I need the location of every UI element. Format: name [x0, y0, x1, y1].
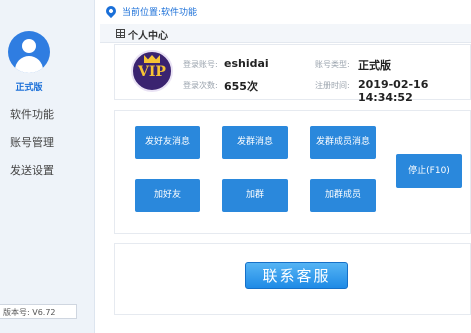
- register-time-label: 注册时间:: [315, 81, 350, 90]
- send-group-member-message-button[interactable]: 发群成员消息: [310, 126, 376, 159]
- add-group-member-button[interactable]: 加群成员: [310, 179, 376, 212]
- login-account-label: 登录账号:: [183, 60, 218, 69]
- login-count-value: 655次: [224, 80, 258, 93]
- stop-button[interactable]: 停止(F10): [396, 154, 462, 188]
- send-friend-message-button[interactable]: 发好友消息: [135, 126, 200, 159]
- add-friend-button[interactable]: 加好友: [135, 179, 200, 212]
- sidebar-item-send-settings[interactable]: 发送设置: [10, 162, 54, 178]
- sidebar-item-account-management[interactable]: 账号管理: [10, 134, 54, 150]
- account-type-value: 正式版: [358, 59, 391, 72]
- user-type-label: 正式版: [15, 83, 43, 93]
- sidebar-item-software-functions[interactable]: 软件功能: [10, 106, 54, 122]
- join-group-button[interactable]: 加群: [222, 179, 288, 212]
- send-group-message-button[interactable]: 发群消息: [222, 126, 288, 159]
- location-pin-icon: [103, 3, 119, 19]
- register-time-value: 2019-02-16 14:34:52: [358, 78, 429, 104]
- contact-support-button[interactable]: 联系客服: [245, 262, 348, 289]
- sidebar: 正式版 软件功能 账号管理 发送设置 版本号: V6.72: [0, 0, 95, 333]
- section-title: 个人中心: [128, 31, 168, 42]
- table-icon: [116, 29, 125, 38]
- breadcrumb: 当前位置:软件功能: [122, 8, 198, 18]
- login-account-value: eshidai: [224, 57, 269, 70]
- account-type-label: 账号类型:: [315, 60, 350, 69]
- vip-badge-text: VIP: [138, 64, 166, 80]
- user-avatar-icon: [8, 31, 50, 73]
- version-label: 版本号: V6.72: [0, 304, 77, 319]
- login-count-label: 登录次数:: [183, 81, 218, 90]
